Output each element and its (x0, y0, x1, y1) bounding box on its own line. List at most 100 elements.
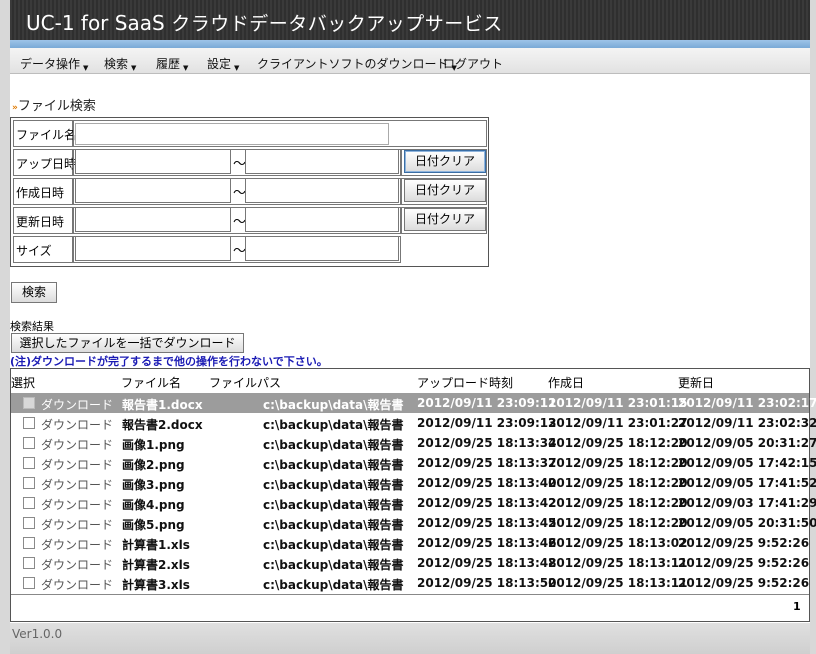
row-download-link[interactable]: ダウンロード (41, 476, 113, 493)
row-created: 2012/09/11 23:01:15 (548, 396, 688, 410)
dropdown-caret-icon: ▼ (131, 64, 137, 72)
row-uploaded: 2012/09/25 18:13:34 (417, 436, 557, 450)
size-from-input[interactable] (75, 236, 231, 261)
row-download-link[interactable]: ダウンロード (41, 516, 113, 533)
menu-data-operations[interactable]: データ操作 ▼ (20, 55, 88, 72)
row-created: 2012/09/25 18:12:20 (548, 496, 688, 510)
row-download-link[interactable]: ダウンロード (41, 416, 113, 433)
row-created: 2012/09/25 18:13:11 (548, 576, 688, 590)
row-filename: 画像1.png (122, 438, 185, 452)
menu-label: ログアウト (443, 57, 504, 71)
size-to-input[interactable] (245, 236, 399, 261)
table-row[interactable]: ダウンロード 報告書2.docx c:\backup\data\報告書 2012… (11, 413, 816, 433)
row-created: 2012/09/25 18:13:11 (548, 556, 688, 570)
page-number[interactable]: 1 (793, 600, 801, 613)
menu-client-download[interactable]: クライアントソフトのダウンロード ▼ (257, 55, 457, 72)
row-updated: 2012/09/11 23:02:32 (678, 416, 816, 430)
row-updated: 2012/09/05 17:42:15 (678, 456, 816, 470)
row-checkbox[interactable] (23, 397, 35, 409)
table-row[interactable]: ダウンロード 報告書1.docx c:\backup\data\報告書 2012… (11, 393, 816, 413)
upload-date-clear-button[interactable]: 日付クリア (404, 150, 486, 173)
row-checkbox[interactable] (23, 457, 35, 469)
download-warning-note: (注)ダウンロードが完了するまで他の操作を行わないで下さい。 (10, 355, 328, 368)
table-row[interactable]: ダウンロード 画像1.png c:\backup\data\報告書 2012/0… (11, 433, 816, 453)
section-title: »ファイル検索 (12, 95, 96, 114)
row-filename: 画像5.png (122, 518, 185, 532)
row-filepath: c:\backup\data\報告書 (263, 498, 404, 512)
row-checkbox[interactable] (23, 437, 35, 449)
row-checkbox[interactable] (23, 477, 35, 489)
dropdown-caret-icon: ▼ (234, 64, 240, 72)
search-button[interactable]: 検索 (11, 282, 57, 303)
pager-divider (11, 594, 809, 595)
version-label: Ver1.0.0 (12, 627, 63, 641)
column-header-updated[interactable]: 更新日 (678, 374, 714, 391)
row-created: 2012/09/11 23:01:27 (548, 416, 688, 430)
row-checkbox[interactable] (23, 417, 35, 429)
row-updated: 2012/09/11 23:02:17 (678, 396, 816, 410)
updated-date-clear-button[interactable]: 日付クリア (404, 208, 486, 231)
menu-logout[interactable]: ログアウト (443, 55, 503, 72)
row-checkbox[interactable] (23, 517, 35, 529)
row-filename: 画像2.png (122, 458, 185, 472)
row-filename: 報告書1.docx (122, 398, 203, 412)
column-header-uploaded[interactable]: アップロード時刻 (417, 374, 513, 391)
upload-date-from-input[interactable] (75, 149, 231, 174)
row-filename: 画像3.png (122, 478, 185, 492)
created-date-to-input[interactable] (245, 178, 399, 203)
row-download-link[interactable]: ダウンロード (41, 496, 113, 513)
table-row[interactable]: ダウンロード 画像3.png c:\backup\data\報告書 2012/0… (11, 473, 816, 493)
row-uploaded: 2012/09/25 18:13:45 (417, 516, 557, 530)
table-row[interactable]: ダウンロード 画像5.png c:\backup\data\報告書 2012/0… (11, 513, 816, 533)
dropdown-caret-icon: ▼ (83, 64, 89, 72)
row-download-link[interactable]: ダウンロード (41, 536, 113, 553)
updated-date-to-input[interactable] (245, 207, 399, 232)
row-created: 2012/09/25 18:13:02 (548, 536, 688, 550)
results-table: 選択 ファイル名 ファイルパス アップロード時刻 作成日 更新日 ダウンロード … (10, 368, 816, 622)
row-download-link[interactable]: ダウンロード (41, 396, 113, 413)
table-row[interactable]: ダウンロード 計算書3.xls c:\backup\data\報告書 2012/… (11, 573, 809, 593)
row-uploaded: 2012/09/25 18:13:37 (417, 456, 557, 470)
row-created: 2012/09/25 18:12:20 (548, 476, 688, 490)
row-updated: 2012/09/05 20:31:27 (678, 436, 816, 450)
table-row[interactable]: ダウンロード 計算書2.xls c:\backup\data\報告書 2012/… (11, 553, 809, 573)
menu-history[interactable]: 履歴 ▼ (156, 55, 188, 72)
created-date-from-input[interactable] (75, 178, 231, 203)
row-checkbox[interactable] (23, 577, 35, 589)
row-download-link[interactable]: ダウンロード (41, 456, 113, 473)
filename-input[interactable] (75, 123, 389, 145)
bulk-download-button[interactable]: 選択したファイルを一括でダウンロード (11, 333, 244, 353)
menu-settings[interactable]: 設定 ▼ (207, 55, 239, 72)
row-checkbox[interactable] (23, 557, 35, 569)
row-created: 2012/09/25 18:12:20 (548, 436, 688, 450)
updated-date-from-input[interactable] (75, 207, 231, 232)
updated-date-row: 更新日時 ～ 日付クリア (13, 207, 487, 234)
header-accent-bar (10, 40, 810, 48)
table-row[interactable]: ダウンロード 画像4.png c:\backup\data\報告書 2012/0… (11, 493, 816, 513)
row-checkbox[interactable] (23, 497, 35, 509)
row-download-link[interactable]: ダウンロード (41, 436, 113, 453)
row-filename: 計算書1.xls (122, 538, 190, 552)
row-updated: 2012/09/05 17:41:52 (678, 476, 816, 490)
row-created: 2012/09/25 18:12:20 (548, 456, 688, 470)
row-download-link[interactable]: ダウンロード (41, 576, 113, 593)
row-filename: 報告書2.docx (122, 418, 203, 432)
column-header-filepath[interactable]: ファイルパス (209, 374, 281, 391)
menu-label: 検索 (104, 57, 129, 71)
app-title-service: クラウドデータバックアップサービス (164, 13, 503, 35)
created-date-clear-button[interactable]: 日付クリア (404, 179, 486, 202)
row-filename: 画像4.png (122, 498, 185, 512)
table-row[interactable]: ダウンロード 計算書1.xls c:\backup\data\報告書 2012/… (11, 533, 809, 553)
row-filepath: c:\backup\data\報告書 (263, 538, 404, 552)
updated-date-label: 更新日時 (13, 207, 73, 234)
column-header-filename[interactable]: ファイル名 (121, 374, 181, 391)
row-checkbox[interactable] (23, 537, 35, 549)
upload-date-to-input[interactable] (245, 149, 399, 174)
column-header-created[interactable]: 作成日 (548, 374, 584, 391)
row-download-link[interactable]: ダウンロード (41, 556, 113, 573)
menu-label: クライアントソフトのダウンロード (257, 57, 449, 71)
column-header-select: 選択 (11, 376, 36, 390)
menu-search[interactable]: 検索 ▼ (104, 55, 136, 72)
table-row[interactable]: ダウンロード 画像2.png c:\backup\data\報告書 2012/0… (11, 453, 816, 473)
row-updated: 2012/09/05 20:31:50 (678, 516, 816, 530)
